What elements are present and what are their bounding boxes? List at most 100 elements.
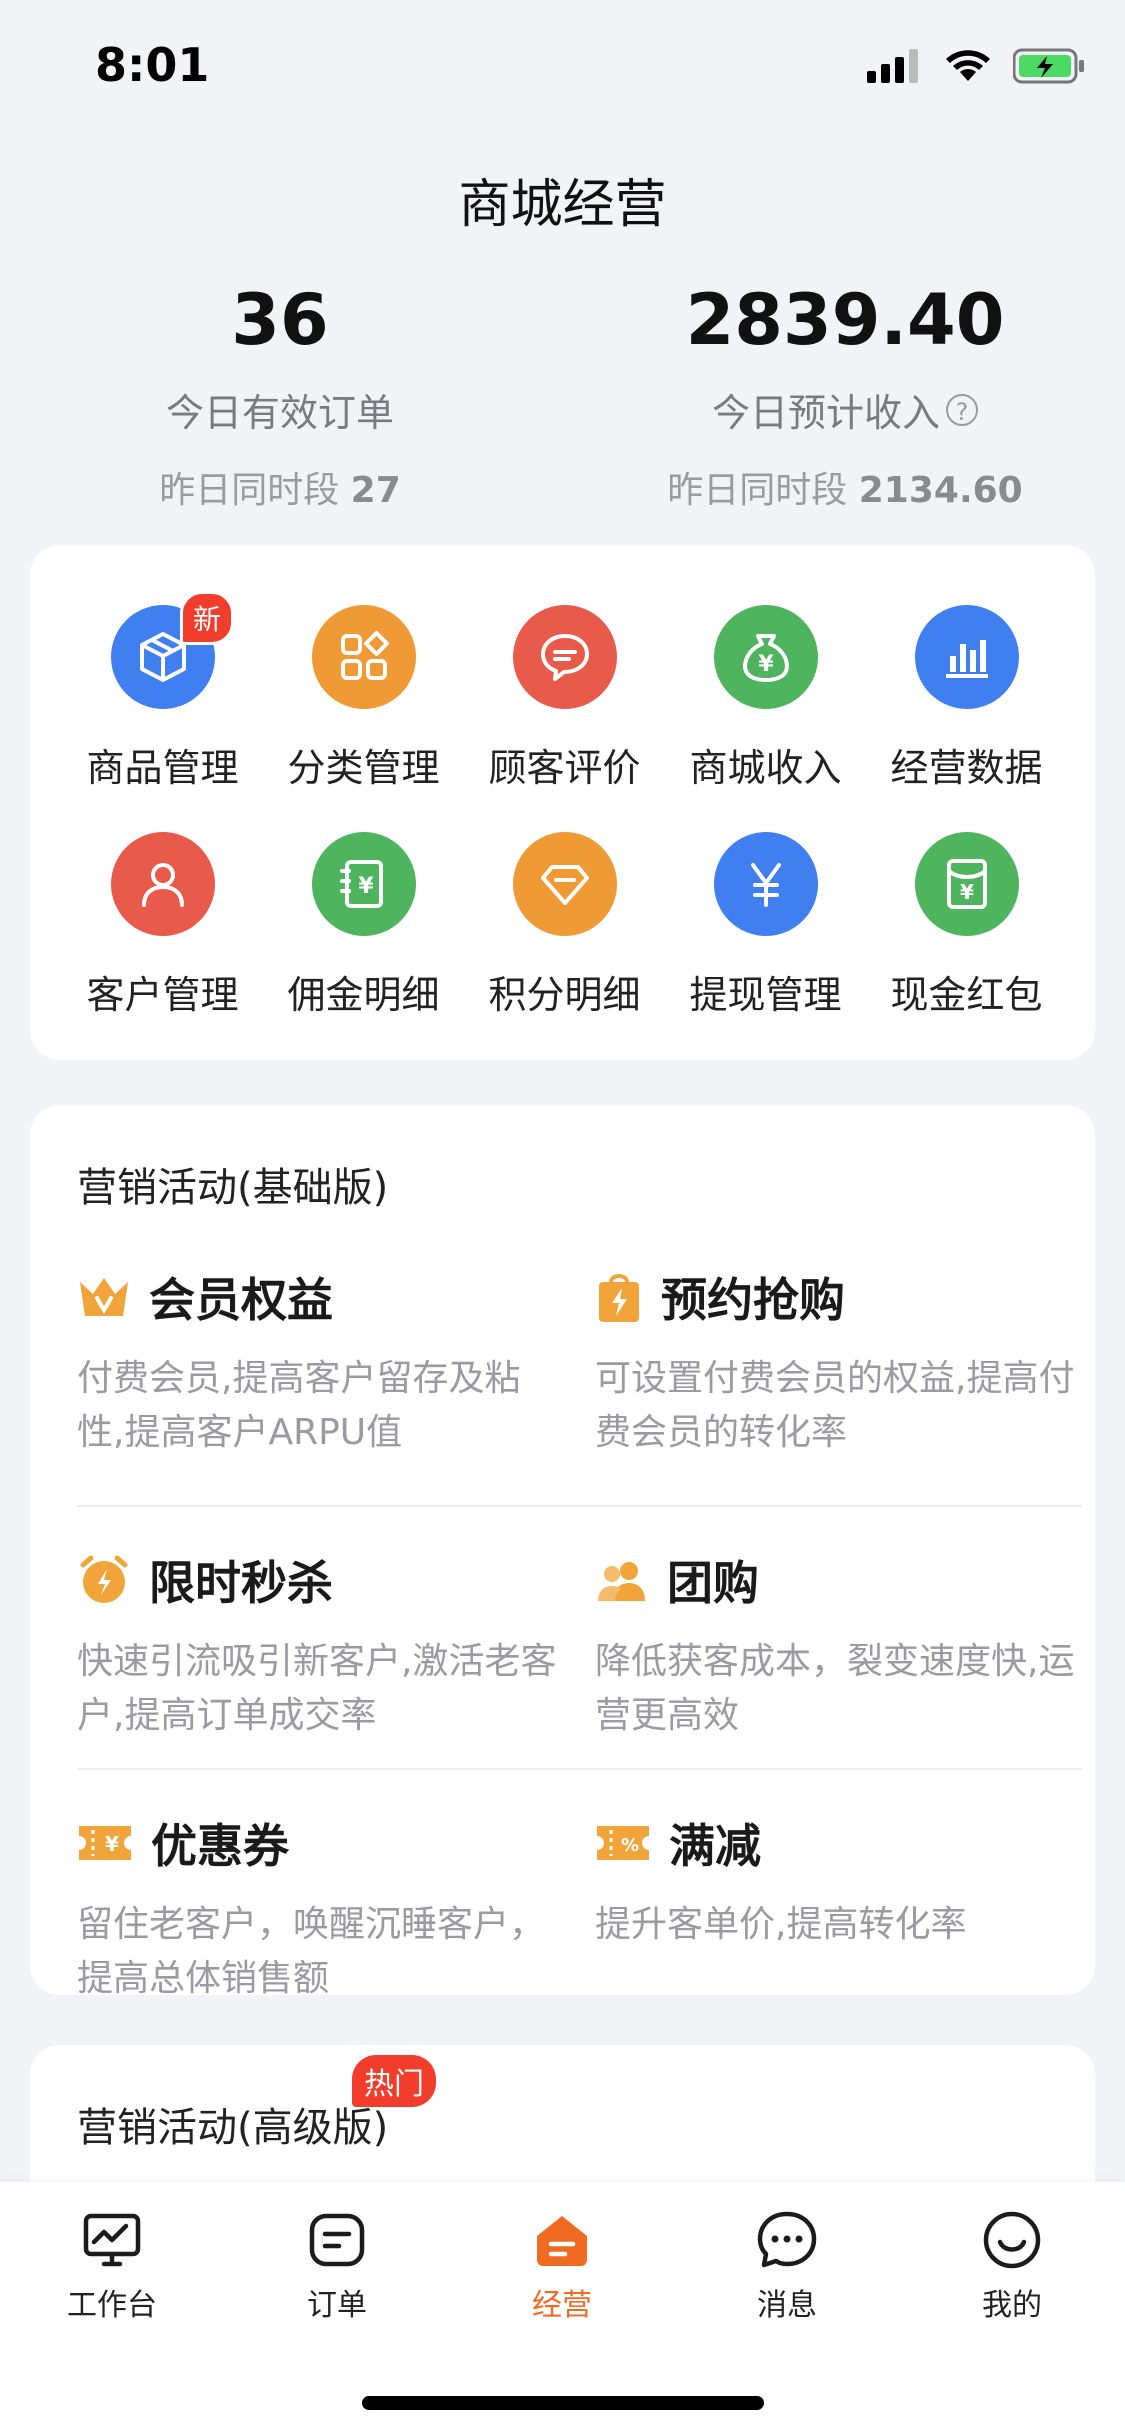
tab-orders[interactable]: 订单 <box>257 2210 417 2324</box>
marketing-item-full-reduction[interactable]: % 满减 提升客单价,提高转化率 <box>595 1770 1075 1952</box>
grid-item-withdrawal-management[interactable]: 提现管理 <box>665 832 866 1019</box>
diamond-icon <box>512 832 617 936</box>
marketing-row: 会员权益 付费会员,提高客户留存及粘性,提高客户ARPU值 预约抢购 可设置付费… <box>77 1240 1082 1502</box>
tab-label: 消息 <box>757 2288 817 2323</box>
tab-label: 订单 <box>307 2288 367 2323</box>
stat-orders-value: 36 <box>231 279 329 361</box>
marketing-item-presale[interactable]: 预约抢购 可设置付费会员的权益,提高付费会员的转化率 <box>595 1240 1075 1460</box>
status-icons <box>867 48 1085 84</box>
order-icon <box>309 2213 365 2267</box>
tab-label: 我的 <box>982 2288 1042 2323</box>
message-icon <box>757 2211 817 2268</box>
stat-orders-prev: 昨日同时段 27 <box>20 461 540 513</box>
help-icon[interactable]: ? <box>946 393 978 426</box>
workbench-icon <box>83 2213 141 2267</box>
grid-item-customer-management[interactable]: 客户管理 <box>62 832 263 1019</box>
marketing-row: 限时秒杀 快速引流吸引新客户,激活老客户,提高订单成交率 团购 降低获客成本，裂… <box>77 1505 1082 1769</box>
marketing-item-name: 会员权益 <box>149 1273 333 1327</box>
tab-business[interactable]: 经营 <box>482 2210 642 2324</box>
stat-revenue-prev-value: 2134.60 <box>858 470 1023 511</box>
grid-item-label: 客户管理 <box>86 973 239 1017</box>
stat-revenue[interactable]: 2839.40 今日预计收入 ? 昨日同时段 2134.60 <box>585 280 1105 513</box>
grid-item-points-details[interactable]: 积分明细 <box>464 832 665 1019</box>
marketing-item-flash-sale[interactable]: 限时秒杀 快速引流吸引新客户,激活老客户,提高订单成交率 <box>77 1507 557 1743</box>
marketing-item-member-benefits[interactable]: 会员权益 付费会员,提高客户留存及粘性,提高客户ARPU值 <box>77 1240 557 1460</box>
svg-text:%: % <box>621 1835 639 1856</box>
stat-orders-label: 今日有效订单 <box>20 382 540 437</box>
tab-workbench[interactable]: 工作台 <box>32 2210 192 2324</box>
grid-item-mall-income[interactable]: ¥ 商城收入 <box>665 605 866 792</box>
grid-item-commission-details[interactable]: ¥ 佣金明细 <box>263 832 464 1019</box>
discount-icon: % <box>597 1826 649 1860</box>
function-grid-card: 新 商品管理 分类管理 顾客评价 ¥ 商城收入 经营数据 客户管理 ¥ 佣金明细… <box>30 545 1095 1060</box>
section-title: 营销活动(基础版) <box>77 1165 389 1211</box>
stat-orders-prev-value: 27 <box>350 470 401 511</box>
grid-item-label: 商品管理 <box>86 746 239 790</box>
grid-item-category-management[interactable]: 分类管理 <box>263 605 464 792</box>
page-title: 商城经营 <box>458 175 667 235</box>
grid-item-label: 经营数据 <box>890 746 1043 790</box>
marketing-basic-card: 营销活动(基础版) 会员权益 付费会员,提高客户留存及粘性,提高客户ARPU值 … <box>30 1105 1095 1999</box>
grid-item-customer-reviews[interactable]: 顾客评价 <box>464 605 665 792</box>
svg-text:¥: ¥ <box>758 652 774 677</box>
marketing-item-coupon[interactable]: ¥ 优惠券 留住老客户，唤醒沉睡客户，提高总体销售额 <box>77 1770 557 2006</box>
stat-revenue-prev: 昨日同时段 2134.60 <box>585 461 1105 513</box>
grid-item-label: 商城收入 <box>689 746 842 790</box>
tab-messages[interactable]: 消息 <box>707 2210 867 2324</box>
new-badge: 新 <box>180 591 235 645</box>
marketing-item-desc: 可设置付费会员的权益,提高付费会员的转化率 <box>595 1358 1075 1453</box>
stat-revenue-label: 今日预计收入 ? <box>585 382 1105 437</box>
bar-chart-icon <box>914 605 1019 709</box>
marketing-row: ¥ 优惠券 留住老客户，唤醒沉睡客户，提高总体销售额 % 满减 提升客单价,提高… <box>77 1768 1082 2032</box>
section-title: 营销活动(高级版) <box>77 2105 389 2151</box>
category-icon <box>311 605 416 709</box>
grid-item-label: 提现管理 <box>689 973 842 1017</box>
store-icon <box>537 2216 587 2266</box>
marketing-item-name: 团购 <box>667 1556 759 1610</box>
grid-item-product-management[interactable]: 新 商品管理 <box>62 591 263 792</box>
battery-icon <box>1013 48 1084 84</box>
comment-icon <box>512 605 617 709</box>
grid-item-label: 分类管理 <box>287 746 440 790</box>
stats-summary: 36 今日有效订单 昨日同时段 27 2839.40 今日预计收入 ? 昨日同时… <box>0 280 1125 513</box>
ledger-icon: ¥ <box>311 832 416 936</box>
stat-revenue-prev-label: 昨日同时段 <box>667 470 848 511</box>
group-icon <box>598 1562 645 1601</box>
crown-icon <box>80 1278 128 1316</box>
marketing-item-name: 预约抢购 <box>661 1273 845 1327</box>
home-indicator[interactable] <box>362 2396 764 2410</box>
grid-item-label: 积分明细 <box>488 973 641 1017</box>
svg-text:¥: ¥ <box>960 880 974 904</box>
grid-item-label: 佣金明细 <box>287 973 440 1017</box>
wifi-icon <box>946 50 990 81</box>
red-packet-icon: ¥ <box>914 832 1019 936</box>
marketing-item-desc: 付费会员,提高客户留存及粘性,提高客户ARPU值 <box>77 1358 521 1453</box>
tab-profile[interactable]: 我的 <box>932 2210 1092 2324</box>
money-bag-icon: ¥ <box>713 605 818 709</box>
lightning-bag-icon <box>599 1274 639 1322</box>
marketing-item-desc: 快速引流吸引新客户,激活老客户,提高订单成交率 <box>77 1641 557 1736</box>
stat-revenue-label-text: 今日预计收入 <box>711 391 940 435</box>
marketing-item-name: 优惠券 <box>151 1819 289 1873</box>
marketing-item-desc: 留住老客户，唤醒沉睡客户，提高总体销售额 <box>77 1904 546 1999</box>
profile-icon <box>983 2211 1041 2269</box>
stat-orders-label-text: 今日有效订单 <box>165 391 394 435</box>
grid-item-business-data[interactable]: 经营数据 <box>866 605 1067 792</box>
signal-icon <box>867 49 918 83</box>
tab-label: 工作台 <box>67 2288 157 2323</box>
marketing-item-group-buy[interactable]: 团购 降低获客成本，裂变速度快,运营更高效 <box>595 1507 1075 1743</box>
marketing-item-desc: 提升客单价,提高转化率 <box>595 1904 967 1945</box>
marketing-item-desc: 降低获客成本，裂变速度快,运营更高效 <box>595 1641 1075 1736</box>
user-icon <box>110 832 215 936</box>
marketing-item-name: 限时秒杀 <box>149 1556 333 1610</box>
tab-label: 经营 <box>532 2288 592 2323</box>
stat-orders[interactable]: 36 今日有效订单 昨日同时段 27 <box>20 280 540 513</box>
stat-orders-prev-label: 昨日同时段 <box>159 470 340 511</box>
stat-revenue-value: 2839.40 <box>685 279 1005 361</box>
grid-item-cash-red-packet[interactable]: ¥ 现金红包 <box>866 832 1067 1019</box>
grid-item-label: 现金红包 <box>890 973 1043 1017</box>
yen-icon <box>713 832 818 936</box>
svg-text:¥: ¥ <box>105 1832 119 1856</box>
status-time: 8:01 <box>95 38 210 92</box>
function-grid: 新 商品管理 分类管理 顾客评价 ¥ 商城收入 经营数据 客户管理 ¥ 佣金明细… <box>30 591 1125 1019</box>
